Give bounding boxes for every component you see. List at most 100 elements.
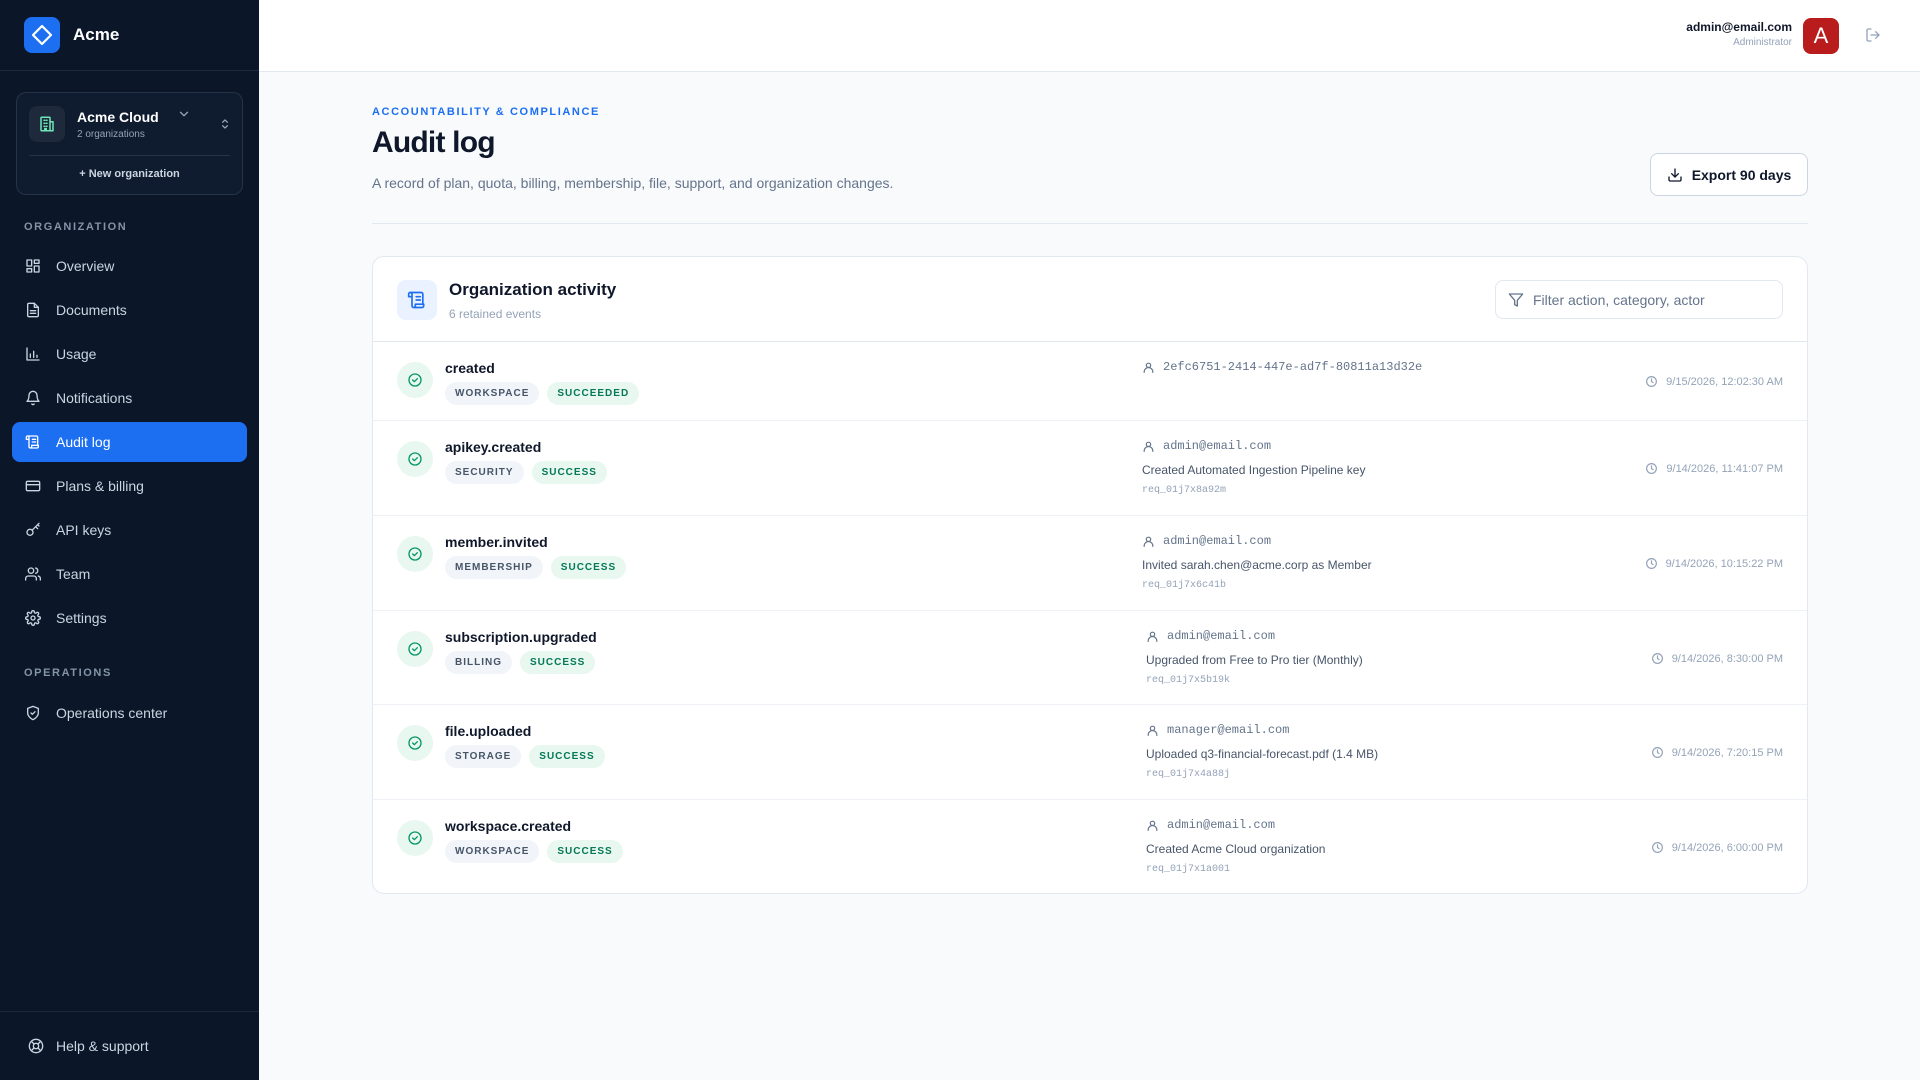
category-badge: BILLING <box>445 651 512 674</box>
user-icon <box>1143 441 1154 452</box>
filter-field[interactable] <box>1495 280 1783 319</box>
check-circle-icon <box>397 820 433 856</box>
event-actor: manager@email.com <box>1146 723 1289 737</box>
clock-icon <box>1651 842 1663 853</box>
event-time: 9/14/2026, 10:15:22 PM <box>1645 557 1783 570</box>
new-organization-button[interactable]: + New organization <box>17 156 242 180</box>
sidebar-item-label: Plans & billing <box>56 478 144 494</box>
sidebar-item-audit-log[interactable]: Audit log <box>12 422 247 462</box>
users-icon <box>25 567 41 581</box>
table-row[interactable]: apikey.created SECURITY SUCCESS admin@em… <box>373 421 1807 516</box>
clock-icon <box>1646 463 1658 474</box>
building-icon <box>29 106 65 142</box>
event-action: workspace.created <box>445 818 572 834</box>
event-action: member.invited <box>445 534 548 550</box>
event-detail: Created Automated Ingestion Pipeline key <box>1142 463 1366 477</box>
topbar: admin@email.com Administrator A <box>259 0 1920 72</box>
event-time: 9/14/2026, 8:30:00 PM <box>1651 652 1783 665</box>
event-actor: admin@email.com <box>1142 439 1271 453</box>
clock-icon <box>1651 653 1663 664</box>
user-info[interactable]: admin@email.com Administrator <box>1686 20 1792 48</box>
gear-icon <box>25 610 41 626</box>
request-id: req_01j7x1a001 <box>1146 864 1231 875</box>
download-icon <box>1668 167 1682 182</box>
header-divider <box>372 223 1808 224</box>
scroll-icon <box>397 280 437 320</box>
chevrons-up-down-icon[interactable] <box>218 117 232 136</box>
sidebar-item-notifications[interactable]: Notifications <box>12 378 247 418</box>
user-email: admin@email.com <box>1686 20 1792 34</box>
chevron-down-icon[interactable] <box>177 107 191 126</box>
category-badge: WORKSPACE <box>445 382 540 405</box>
sidebar-item-label: Operations center <box>56 705 168 721</box>
category-badge: WORKSPACE <box>445 840 540 863</box>
bar-chart-icon <box>26 347 40 361</box>
actor-email: admin@email.com <box>1163 534 1272 548</box>
sidebar-item-team[interactable]: Team <box>12 554 247 594</box>
category-badge: SECURITY <box>445 461 524 484</box>
request-id: req_01j7x4a88j <box>1146 769 1231 780</box>
table-row[interactable]: workspace.created WORKSPACE SUCCESS admi… <box>373 800 1807 893</box>
event-actor: admin@email.com <box>1142 534 1271 548</box>
sidebar-item-label: API keys <box>56 522 112 538</box>
app-name: Acme <box>73 25 120 44</box>
status-badge: SUCCESS <box>547 840 623 863</box>
check-circle-icon <box>397 725 433 761</box>
status-badge: SUCCESS <box>550 556 627 579</box>
timestamp: 9/14/2026, 6:00:00 PM <box>1671 841 1783 854</box>
actor-email: admin@email.com <box>1163 439 1272 453</box>
acme-logo-icon <box>24 17 60 53</box>
sidebar-item-plans-billing[interactable]: Plans & billing <box>12 466 247 506</box>
category-badge: MEMBERSHIP <box>445 556 543 579</box>
org-count: 2 organizations <box>77 128 145 140</box>
sidebar-item-label: Overview <box>56 258 115 274</box>
table-row[interactable]: created WORKSPACE SUCCEEDED 2efc6751-241… <box>373 342 1807 421</box>
user-icon <box>1147 820 1158 831</box>
page-title: Audit log <box>372 126 496 159</box>
user-icon <box>1147 725 1158 736</box>
panel-header: Organization activity 6 retained events <box>373 257 1807 342</box>
table-row[interactable]: member.invited MEMBERSHIP SUCCESS admin@… <box>373 516 1807 611</box>
event-action: created <box>445 360 495 376</box>
check-circle-icon <box>397 362 433 398</box>
sidebar-item-settings[interactable]: Settings <box>12 598 247 638</box>
actor-email: manager@email.com <box>1167 723 1290 737</box>
sidebar-item-label: Notifications <box>56 390 133 406</box>
event-action: file.uploaded <box>445 723 532 739</box>
sidebar-item-api-keys[interactable]: API keys <box>12 510 247 550</box>
status-badge: SUCCESS <box>520 651 596 674</box>
user-icon <box>1147 631 1158 642</box>
scroll-icon <box>25 435 39 449</box>
sidebar-item-documents[interactable]: Documents <box>12 290 247 330</box>
grid-icon <box>26 259 40 273</box>
help-support-link[interactable]: Help & support <box>0 1011 259 1080</box>
org-switcher[interactable]: Acme Cloud 2 organizations + New organiz… <box>16 92 243 195</box>
user-icon <box>1143 536 1154 547</box>
check-circle-icon <box>397 631 433 667</box>
export-button[interactable]: Export 90 days <box>1650 153 1808 196</box>
page-eyebrow: ACCOUNTABILITY & COMPLIANCE <box>372 106 600 118</box>
sidebar-item-overview[interactable]: Overview <box>12 246 247 286</box>
table-row[interactable]: file.uploaded STORAGE SUCCESS manager@em… <box>373 705 1807 800</box>
event-detail: Upgraded from Free to Pro tier (Monthly) <box>1146 653 1363 667</box>
clock-icon <box>1645 558 1657 569</box>
shield-check-icon <box>27 705 39 721</box>
request-id: req_01j7x5b19k <box>1146 675 1231 686</box>
avatar[interactable]: A <box>1803 18 1839 54</box>
status-badge: SUCCESS <box>529 745 605 768</box>
actor-email: admin@email.com <box>1167 818 1276 832</box>
sidebar-item-label: Audit log <box>56 434 111 450</box>
brand[interactable]: Acme <box>0 0 259 71</box>
sidebar-item-operations-center[interactable]: Operations center <box>12 693 247 733</box>
sidebar-item-label: Settings <box>56 610 107 626</box>
actor-id: 2efc6751-2414-447e-ad7f-80811a13d32e <box>1163 360 1423 374</box>
logout-icon[interactable] <box>1865 27 1881 48</box>
event-detail: Created Acme Cloud organization <box>1146 842 1326 856</box>
sidebar-item-usage[interactable]: Usage <box>12 334 247 374</box>
actor-email: admin@email.com <box>1167 629 1276 643</box>
user-role: Administrator <box>1733 37 1792 48</box>
table-row[interactable]: subscription.upgraded BILLING SUCCESS ad… <box>373 611 1807 705</box>
credit-card-icon <box>25 480 41 492</box>
filter-input[interactable] <box>1533 291 1773 308</box>
event-action: apikey.created <box>445 439 542 455</box>
